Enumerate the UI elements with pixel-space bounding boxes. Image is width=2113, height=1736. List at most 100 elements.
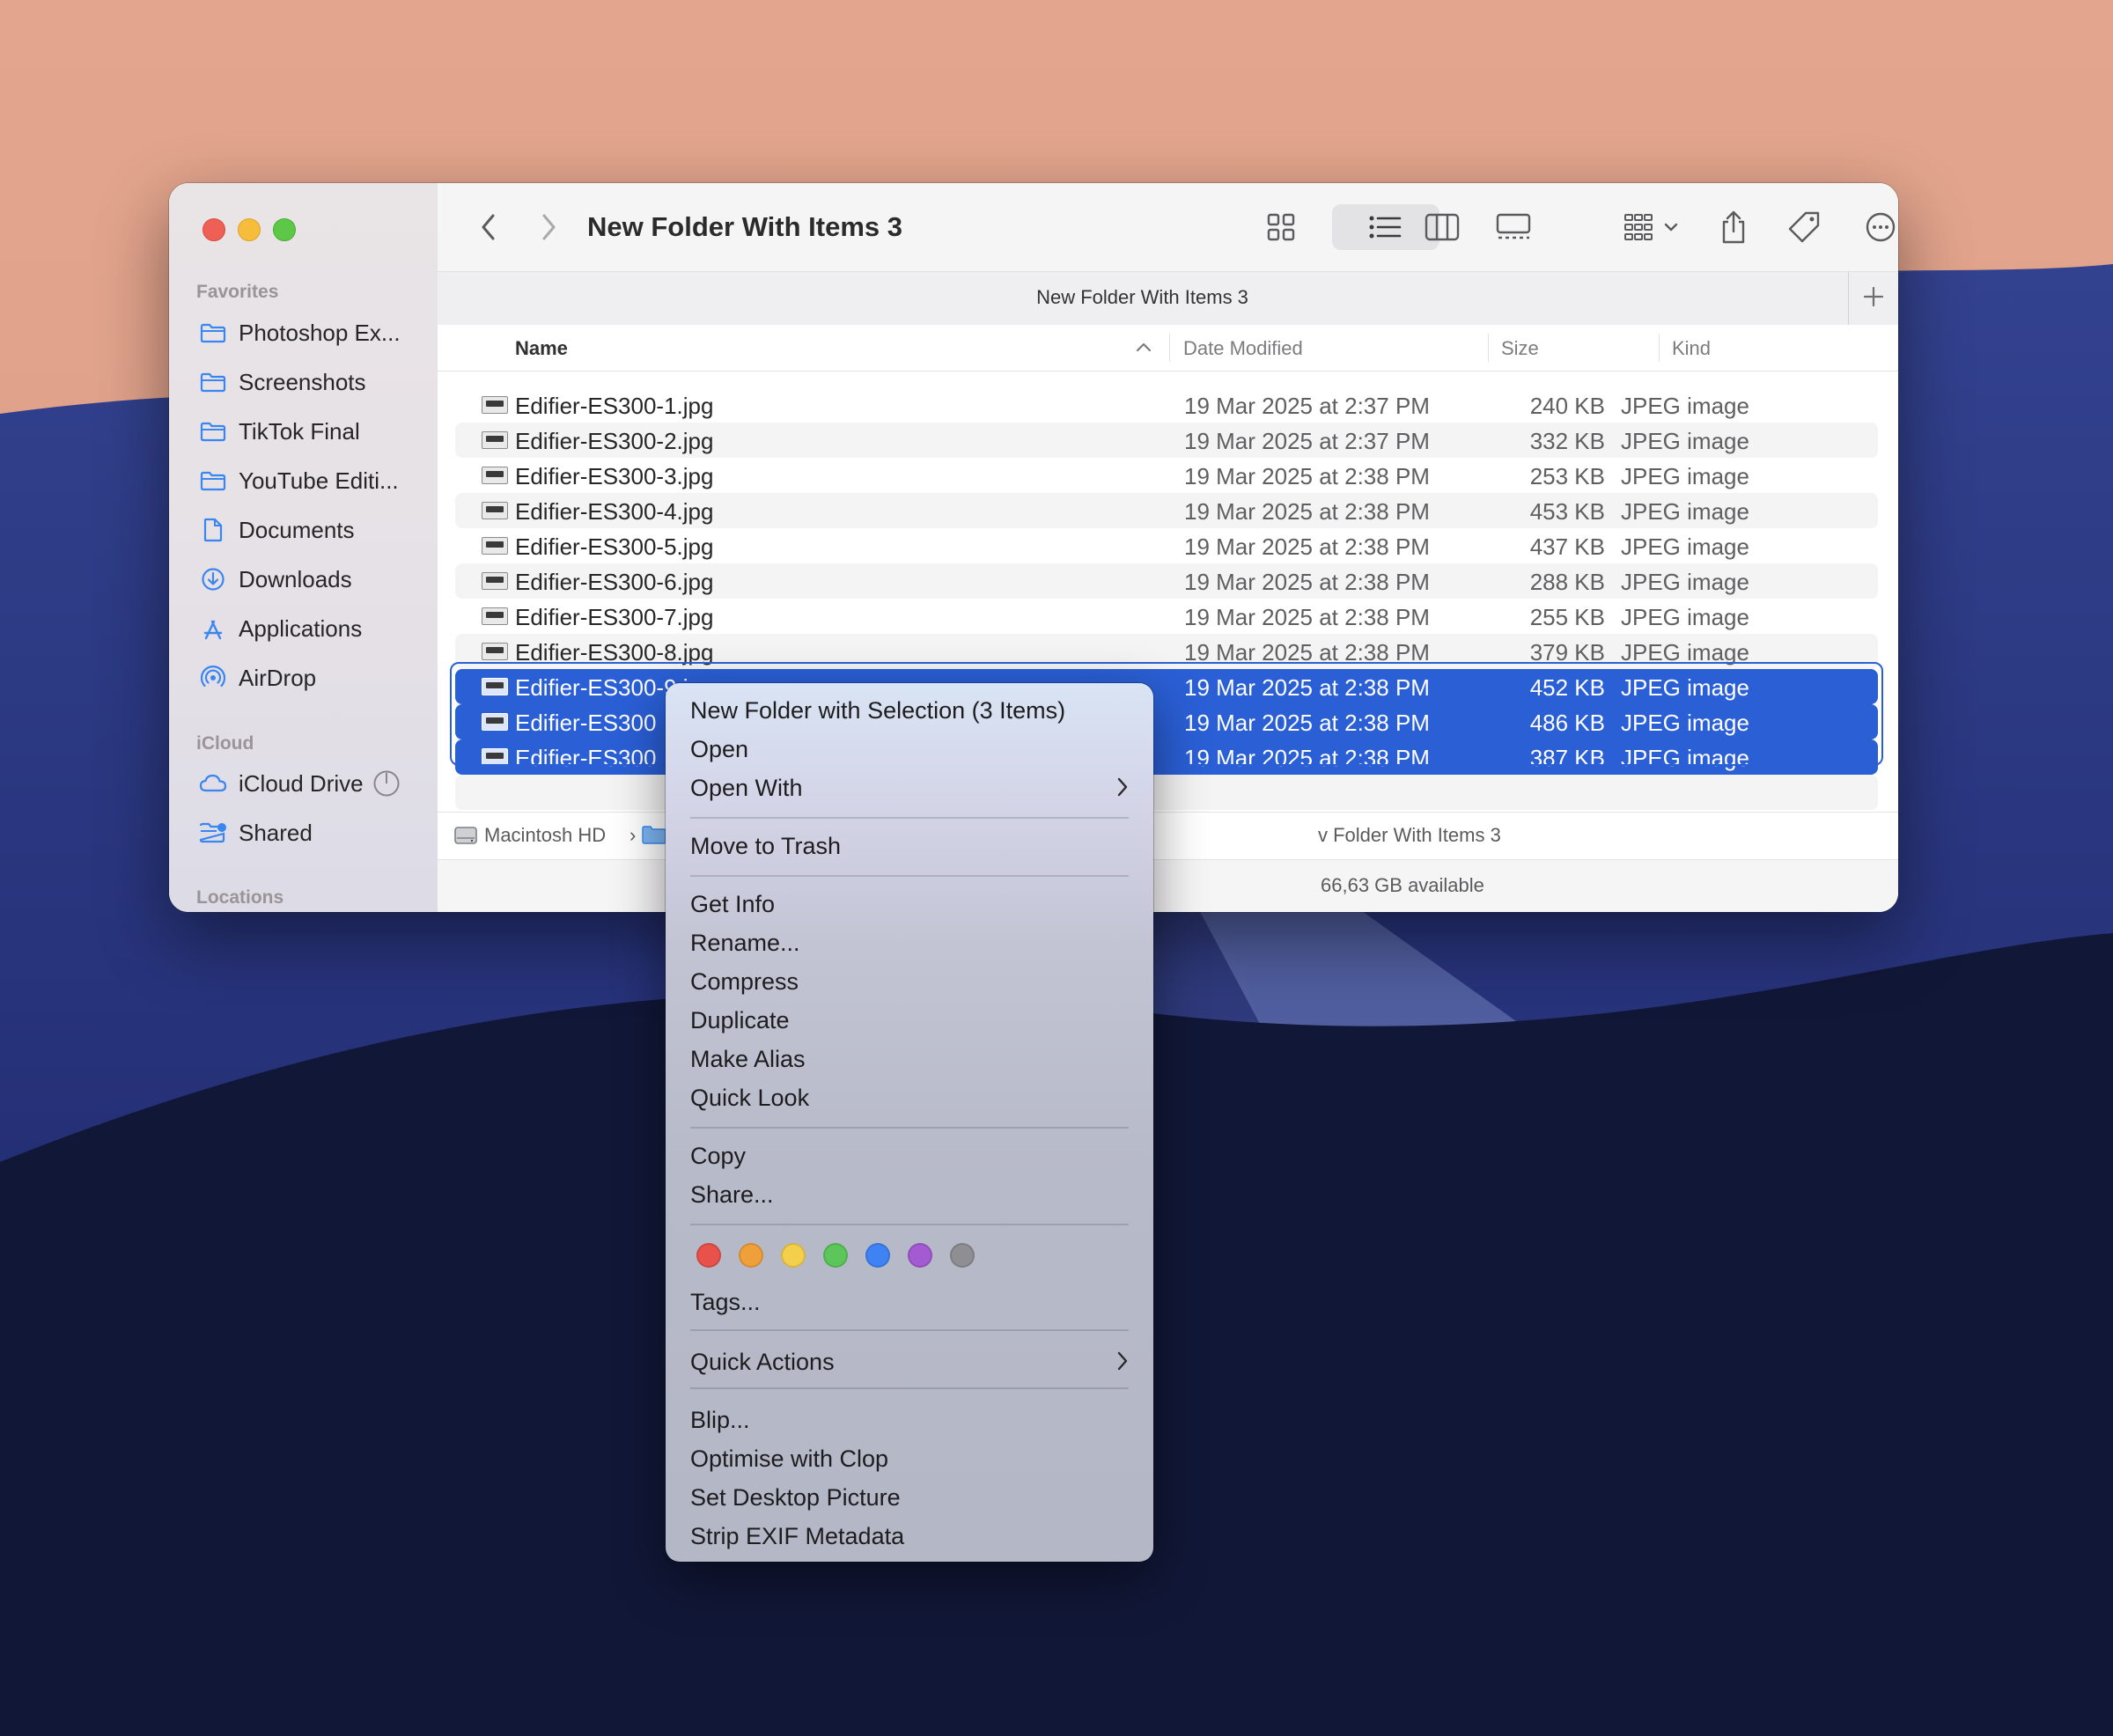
- column-divider[interactable]: [1169, 334, 1170, 362]
- column-divider[interactable]: [1488, 334, 1489, 362]
- chevron-down-icon: [1664, 222, 1678, 232]
- status-bar: 66,63 GB available: [438, 859, 1898, 912]
- column-view-button[interactable]: [1421, 210, 1463, 245]
- menu-separator: [690, 1224, 1129, 1225]
- path-segment-root[interactable]: Macintosh HD: [484, 824, 606, 847]
- forward-button[interactable]: [533, 210, 564, 245]
- menu-separator: [690, 875, 1129, 877]
- sort-ascending-icon: [1136, 341, 1152, 357]
- gallery-view-button[interactable]: [1492, 210, 1535, 245]
- sidebar-item-screenshots[interactable]: Screenshots: [199, 363, 428, 401]
- menu-item-optimise-with-clop[interactable]: Optimise with Clop: [690, 1442, 1129, 1477]
- column-header-kind[interactable]: Kind: [1672, 337, 1711, 360]
- zoom-window-button[interactable]: [273, 218, 296, 241]
- path-separator-icon: ›: [629, 824, 637, 846]
- path-segment-current[interactable]: v Folder With Items 3: [1318, 824, 1501, 847]
- chevron-right-icon: [540, 213, 557, 241]
- tag-color-picker: [696, 1243, 992, 1269]
- menu-item-rename[interactable]: Rename...: [690, 926, 1129, 961]
- sidebar-item-youtube-editing[interactable]: YouTube Editi...: [199, 461, 428, 500]
- minimize-window-button[interactable]: [238, 218, 261, 241]
- menu-item-tags[interactable]: Tags...: [690, 1285, 1129, 1320]
- sidebar-item-shared[interactable]: Shared: [199, 813, 428, 852]
- back-button[interactable]: [473, 210, 504, 245]
- tab-title[interactable]: New Folder With Items 3: [438, 286, 1847, 309]
- icon-view-button[interactable]: [1260, 210, 1302, 245]
- sidebar-item-label: Screenshots: [239, 368, 366, 395]
- chevron-right-icon: [1116, 1350, 1129, 1378]
- menu-item-set-desktop-picture[interactable]: Set Desktop Picture: [690, 1481, 1129, 1516]
- table-row[interactable]: Edifier-ES300-7.jpg 19 Mar 2025 at 2:38 P…: [455, 599, 1878, 634]
- menu-item-new-folder-with-selection[interactable]: New Folder with Selection (3 Items): [690, 694, 1129, 729]
- sidebar: Favorites Photoshop Ex... Screenshots Ti…: [169, 183, 438, 912]
- chevron-right-icon: [1116, 776, 1129, 804]
- sidebar-item-applications[interactable]: Applications: [199, 609, 428, 648]
- menu-item-open[interactable]: Open: [690, 732, 1129, 768]
- menu-item-copy[interactable]: Copy: [690, 1139, 1129, 1174]
- column-header-name[interactable]: Name: [515, 337, 568, 360]
- ellipsis-circle-icon: [1865, 211, 1896, 243]
- jpeg-thumbnail-icon: [482, 643, 508, 660]
- tag-button[interactable]: [1785, 208, 1823, 246]
- menu-item-quick-look[interactable]: Quick Look: [690, 1081, 1129, 1116]
- download-icon: [199, 567, 227, 592]
- sidebar-section-locations: Locations: [196, 887, 284, 908]
- tag-orange-button[interactable]: [739, 1243, 763, 1268]
- tag-blue-button[interactable]: [865, 1243, 890, 1268]
- sidebar-item-label: Photoshop Ex...: [239, 319, 401, 346]
- table-row[interactable]: Edifier-ES300-6.jpg 19 Mar 2025 at 2:38 P…: [455, 563, 1878, 599]
- tag-gray-button[interactable]: [950, 1243, 975, 1268]
- menu-item-compress[interactable]: Compress: [690, 965, 1129, 1000]
- menu-item-share[interactable]: Share...: [690, 1178, 1129, 1213]
- table-row[interactable]: Edifier-ES300-2.jpg 19 Mar 2025 at 2:37 P…: [455, 423, 1878, 458]
- close-window-button[interactable]: [202, 218, 225, 241]
- menu-item-strip-exif-metadata[interactable]: Strip EXIF Metadata: [690, 1519, 1129, 1555]
- menu-item-blip[interactable]: Blip...: [690, 1403, 1129, 1438]
- menu-item-open-with[interactable]: Open With: [690, 771, 1129, 806]
- folder-icon: [199, 468, 227, 493]
- window-title: New Folder With Items 3: [587, 211, 902, 242]
- column-header-date[interactable]: Date Modified: [1183, 337, 1303, 360]
- column-divider[interactable]: [1659, 334, 1660, 362]
- sidebar-item-label: Downloads: [239, 565, 352, 592]
- context-menu: New Folder with Selection (3 Items) Open…: [666, 683, 1153, 1562]
- menu-item-make-alias[interactable]: Make Alias: [690, 1042, 1129, 1078]
- jpeg-thumbnail-icon: [482, 431, 508, 449]
- sidebar-item-label: iCloud Drive: [239, 769, 364, 797]
- column-header-size[interactable]: Size: [1501, 337, 1539, 360]
- table-row[interactable]: Edifier-ES300-4.jpg 19 Mar 2025 at 2:38 P…: [455, 493, 1878, 528]
- table-row[interactable]: Edifier-ES300-5.jpg 19 Mar 2025 at 2:38 P…: [455, 528, 1878, 563]
- share-button[interactable]: [1716, 206, 1751, 248]
- sidebar-item-icloud-drive[interactable]: iCloud Drive: [199, 764, 428, 803]
- menu-item-quick-actions[interactable]: Quick Actions: [690, 1345, 1129, 1380]
- new-tab-button[interactable]: [1848, 272, 1898, 325]
- sidebar-item-photoshop-export[interactable]: Photoshop Ex...: [199, 313, 428, 352]
- toolbar: New Folder With Items 3: [438, 183, 1898, 271]
- tag-purple-button[interactable]: [908, 1243, 932, 1268]
- sidebar-item-label: TikTok Final: [239, 417, 360, 445]
- tag-yellow-button[interactable]: [781, 1243, 806, 1268]
- jpeg-thumbnail-icon: [482, 396, 508, 414]
- sidebar-item-downloads[interactable]: Downloads: [199, 560, 428, 599]
- jpeg-thumbnail-icon: [482, 607, 508, 625]
- tag-red-button[interactable]: [696, 1243, 721, 1268]
- table-row[interactable]: Edifier-ES300-1.jpg 19 Mar 2025 at 2:37 P…: [455, 387, 1878, 423]
- menu-separator: [690, 817, 1129, 819]
- list-view-button[interactable]: [1364, 210, 1406, 245]
- grid-icon: [1266, 212, 1296, 242]
- jpeg-thumbnail-icon: [482, 572, 508, 590]
- tag-green-button[interactable]: [823, 1243, 848, 1268]
- columns-icon: [1425, 213, 1460, 241]
- menu-item-duplicate[interactable]: Duplicate: [690, 1004, 1129, 1039]
- sidebar-item-label: Documents: [239, 516, 355, 543]
- sidebar-item-tiktok-final[interactable]: TikTok Final: [199, 412, 428, 451]
- more-actions-button[interactable]: [1859, 208, 1898, 246]
- group-by-button[interactable]: [1617, 210, 1684, 245]
- menu-item-move-to-trash[interactable]: Move to Trash: [690, 829, 1129, 864]
- plus-icon: [1863, 286, 1884, 312]
- applications-icon: [199, 616, 227, 641]
- menu-item-get-info[interactable]: Get Info: [690, 887, 1129, 923]
- sidebar-item-documents[interactable]: Documents: [199, 511, 428, 549]
- sidebar-item-airdrop[interactable]: AirDrop: [199, 658, 428, 697]
- table-row[interactable]: Edifier-ES300-3.jpg 19 Mar 2025 at 2:38 P…: [455, 458, 1878, 493]
